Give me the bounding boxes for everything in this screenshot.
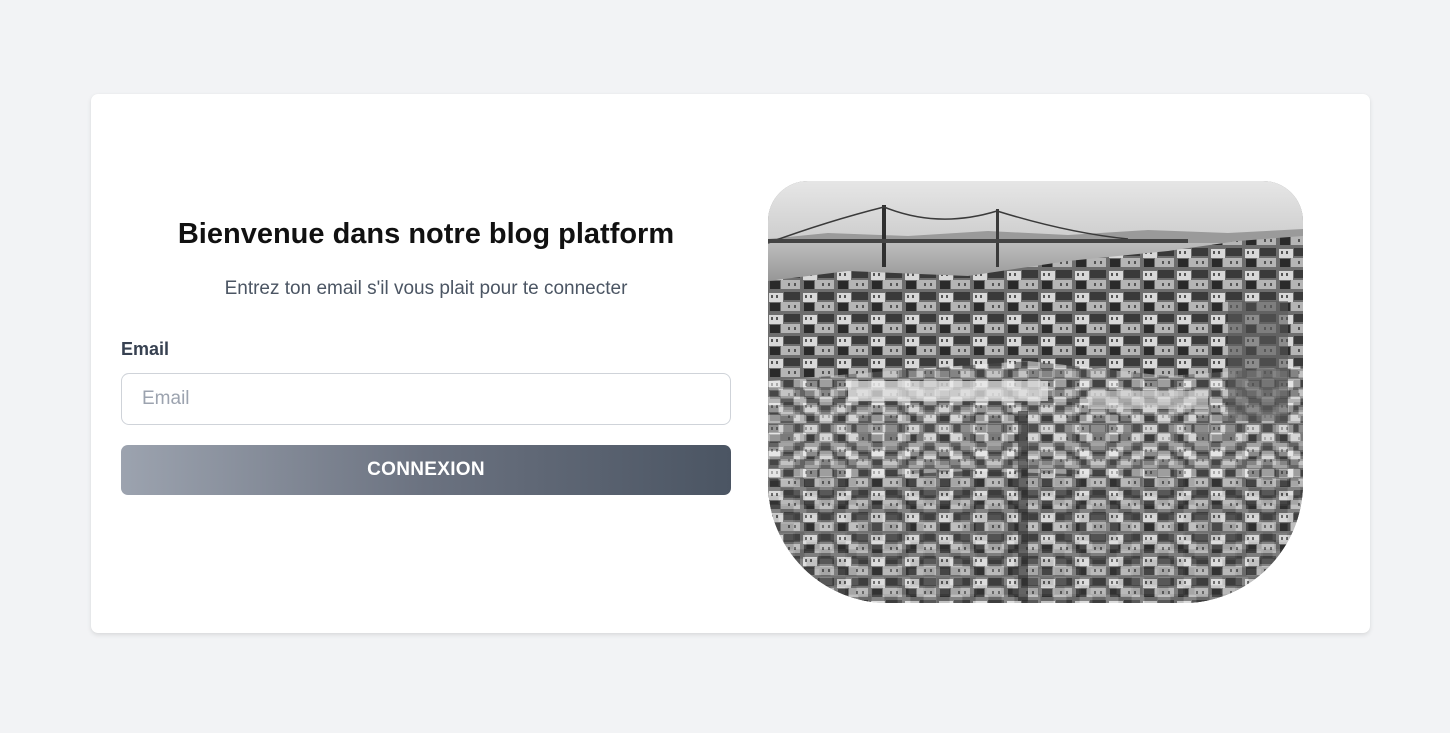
email-label: Email	[121, 339, 170, 359]
email-field[interactable]	[121, 373, 731, 425]
login-button[interactable]: CONNEXION	[121, 445, 731, 495]
city-photo-graphic	[768, 181, 1303, 603]
city-photo	[768, 181, 1303, 603]
login-card: Bienvenue dans notre blog platform Entre…	[91, 94, 1370, 633]
page-subtitle: Entrez ton email s'il vous plait pour te…	[224, 278, 628, 299]
page-title: Bienvenue dans notre blog platform	[177, 218, 675, 250]
